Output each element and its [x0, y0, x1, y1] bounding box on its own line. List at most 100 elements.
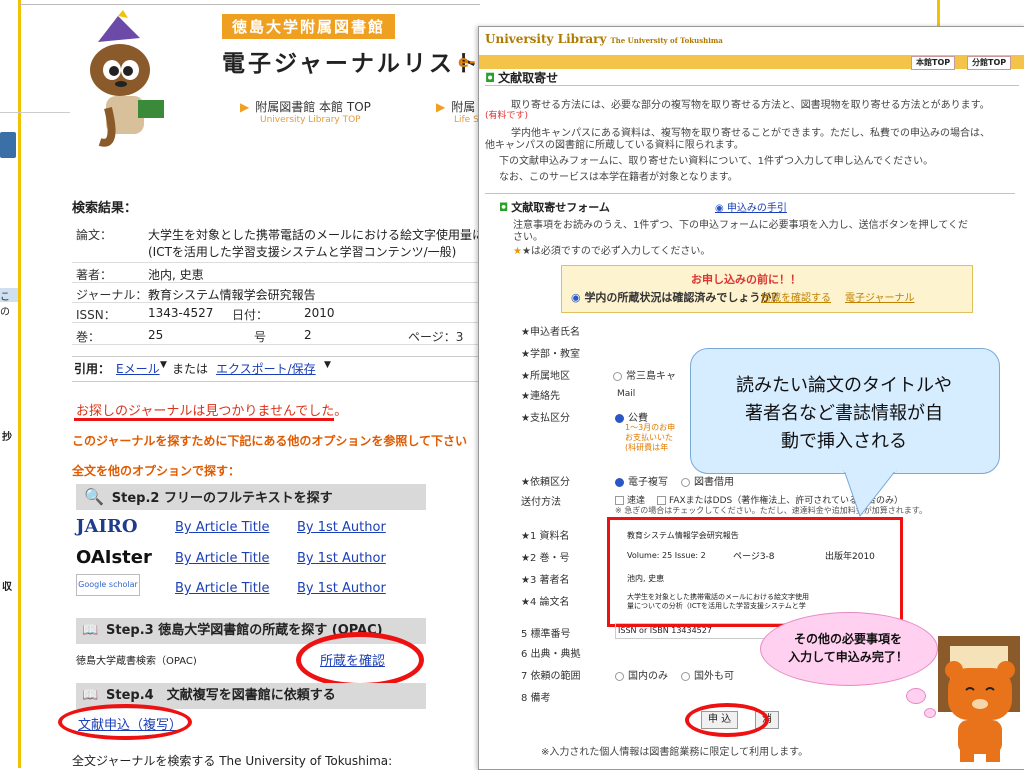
options-notice: このジャーナルを探すために下記にある他のオプションを参照して下さい	[72, 434, 468, 448]
search-icon: 🔍	[84, 487, 104, 506]
callout-text: 読みたい論文のタイトルや 著者名など書誌情報が自 動で挿入される	[736, 375, 952, 452]
nav-link-sub: Life S	[454, 115, 479, 125]
help-icon: ◉	[715, 203, 727, 214]
highlight-ring	[58, 704, 192, 740]
campus-option[interactable]: 常三島キャ	[613, 367, 676, 382]
issn-value: 1343-4527	[148, 306, 214, 320]
issue-label: 号	[254, 330, 267, 344]
nav-link-life-science[interactable]: ▶ 附属 Life S	[436, 98, 479, 125]
fulltext-search-caption: 全文ジャーナルを検索する The University of Tokushima…	[72, 754, 393, 768]
fulltext-options-heading: 全文を他のオプションで探す：	[72, 464, 241, 478]
volume-label: 巻：	[76, 330, 101, 344]
delivery-label: 送付方法	[521, 497, 561, 508]
jairo-by-author-link[interactable]: By 1st Author	[297, 520, 386, 535]
volume-field-label: ★2 巻・号	[521, 553, 570, 564]
thought-dot	[924, 708, 936, 718]
frame-left-line	[18, 0, 21, 768]
nav-link-label: 附属図書館 本館 TOP	[255, 100, 371, 114]
date-label: 日付：	[232, 308, 269, 322]
highlight-ring	[685, 703, 769, 737]
form-guide-link[interactable]: ◉ 申込みの手引	[715, 199, 787, 214]
bullet-icon: ◘	[499, 201, 509, 214]
arrow-icon: ▶	[240, 100, 250, 114]
article-subtitle: (ICTを活用した学習支援システムと学習コンテンツ/一般)	[148, 245, 457, 259]
before-apply-question: ◉ 学内の所蔵状況は確認済みでしょうか？	[571, 291, 783, 304]
date-value: 2010	[304, 306, 335, 320]
request-loan-option[interactable]: 図書借用	[681, 473, 734, 488]
ejournal-link[interactable]: 電子ジャーナル	[845, 289, 915, 304]
article-title: 大学生を対象とした携帯電話のメールにおける絵文字使用量につ	[148, 228, 497, 242]
article-title-input[interactable]: 大学生を対象とした携帯電話のメールにおける絵文字使用 量についての分析（ICTを活…	[627, 593, 809, 611]
privacy-note: ※入力された個人情報は図書館業務に限定して利用します。	[541, 747, 809, 758]
domestic-only-option[interactable]: 国内のみ	[615, 667, 668, 682]
jairo-by-title-link[interactable]: By Article Title	[175, 520, 269, 535]
divider	[485, 193, 1015, 194]
intro-note: (有料です)	[485, 111, 529, 121]
oaister-by-author-link[interactable]: By 1st Author	[297, 551, 386, 566]
results-table: 論文： 大学生を対象とした携帯電話のメールにおける絵文字使用量につ (ICTを活…	[72, 222, 496, 350]
step2-bar: 🔍 Step.2 フリーのフルテキストを探す	[76, 484, 426, 510]
pages-input[interactable]: ページ3-8	[733, 549, 775, 562]
dropdown-arrow-icon[interactable]: ▼	[324, 360, 331, 370]
payment-note: 1〜3月のお申 お支払いいた (科研費は年	[625, 423, 676, 452]
intro-text: 取り寄せる方法には、必要な部分の複写物を取り寄せる方法と、図書現物を取り寄せる方…	[511, 100, 990, 111]
source-label: 6 出典・典拠	[521, 649, 581, 660]
google-scholar-logo: Google scholar	[76, 574, 140, 596]
form-note: さい。	[513, 232, 543, 243]
oaister-by-title-link[interactable]: By Article Title	[175, 551, 269, 566]
citation-label: 引用：	[74, 362, 111, 376]
side-fragment: この	[0, 288, 18, 318]
volume-input[interactable]: Volume: 25 Issue: 2	[627, 551, 706, 560]
nav-link-library-top[interactable]: ▶ 附属図書館 本館 TOP University Library TOP	[240, 98, 371, 125]
contact-mail-label: Mail	[617, 389, 636, 399]
intro-text: 下の文献申込みフォームに、取り寄せたい資料について、1件ずつ入力して申し込んでく…	[499, 156, 934, 167]
side-fragment: 収	[2, 582, 12, 593]
standard-number-input[interactable]: ISSN or ISBN 13434527	[615, 623, 789, 639]
scope-label: 7 依頼の範囲	[521, 671, 581, 682]
thought-bubble-text: その他の必要事項を 入力して申込み完了！	[788, 632, 908, 664]
oaister-logo: OAIster	[76, 547, 152, 568]
branch-library-top-button[interactable]: 分館TOP	[967, 56, 1012, 70]
before-apply-title: お申し込みの前に！！	[691, 273, 801, 286]
journal-title-input[interactable]: 教育システム情報学会研究報告	[627, 530, 739, 541]
request-copy-option[interactable]: 電子複写	[615, 473, 668, 488]
year-input[interactable]: 出版年2010	[825, 549, 875, 562]
title-field-label: ★1 資料名	[521, 531, 570, 542]
request-type-label: ★依頼区分	[521, 477, 570, 488]
raccoon-mascot-logo	[90, 10, 164, 147]
section-title: ◘ 文献取寄せ	[485, 71, 559, 85]
citation-or: または	[172, 362, 209, 376]
payment-label: ★支払区分	[521, 413, 570, 424]
divider	[485, 85, 1019, 86]
author-label: 著者：	[76, 268, 113, 282]
bear-mascot-illustration	[938, 636, 1020, 762]
export-link[interactable]: エクスポート/保存	[216, 360, 316, 377]
payment-public-option[interactable]: 公費	[615, 409, 648, 424]
standard-number-label: 5 標準番号	[521, 629, 571, 640]
form-note: 注意事項をお読みのうえ、1件ずつ、下の申込フォームに必要事項を入力し、送信ボタン…	[513, 220, 969, 231]
email-citation-link[interactable]: Eメール	[116, 360, 160, 377]
issn-label: ISSN：	[76, 308, 116, 322]
contact-label: ★連絡先	[521, 391, 560, 402]
callout-tail	[843, 470, 897, 518]
nav-link-sub: University Library TOP	[260, 115, 361, 125]
jairo-logo: JAIRO	[76, 516, 138, 537]
overseas-ok-option[interactable]: 国外も可	[681, 667, 734, 682]
main-library-top-button[interactable]: 本館TOP	[911, 56, 956, 70]
author-input[interactable]: 池内, 史恵	[627, 573, 664, 584]
scholar-by-author-link[interactable]: By 1st Author	[297, 581, 386, 596]
campus-label: ★所属地区	[521, 371, 570, 382]
bullet-icon: ◘	[485, 71, 496, 85]
top-strip	[20, 0, 480, 5]
page-title-suffix: e-	[458, 52, 476, 71]
frame-right-line	[937, 0, 940, 26]
scholar-by-title-link[interactable]: By Article Title	[175, 581, 269, 596]
journal-value: 教育システム情報学会研究報告	[148, 288, 316, 302]
intro-text: なお、このサービスは本学在籍者が対象となります。	[499, 172, 738, 183]
book-icon: 📖	[82, 688, 99, 703]
check-holdings-link[interactable]: 所蔵を確認する	[761, 289, 831, 304]
side-app-icon	[0, 132, 16, 158]
dropdown-arrow-icon[interactable]: ▼	[160, 360, 167, 370]
department-label: ★学部・教室	[521, 349, 580, 360]
highlight-ring	[296, 632, 424, 688]
